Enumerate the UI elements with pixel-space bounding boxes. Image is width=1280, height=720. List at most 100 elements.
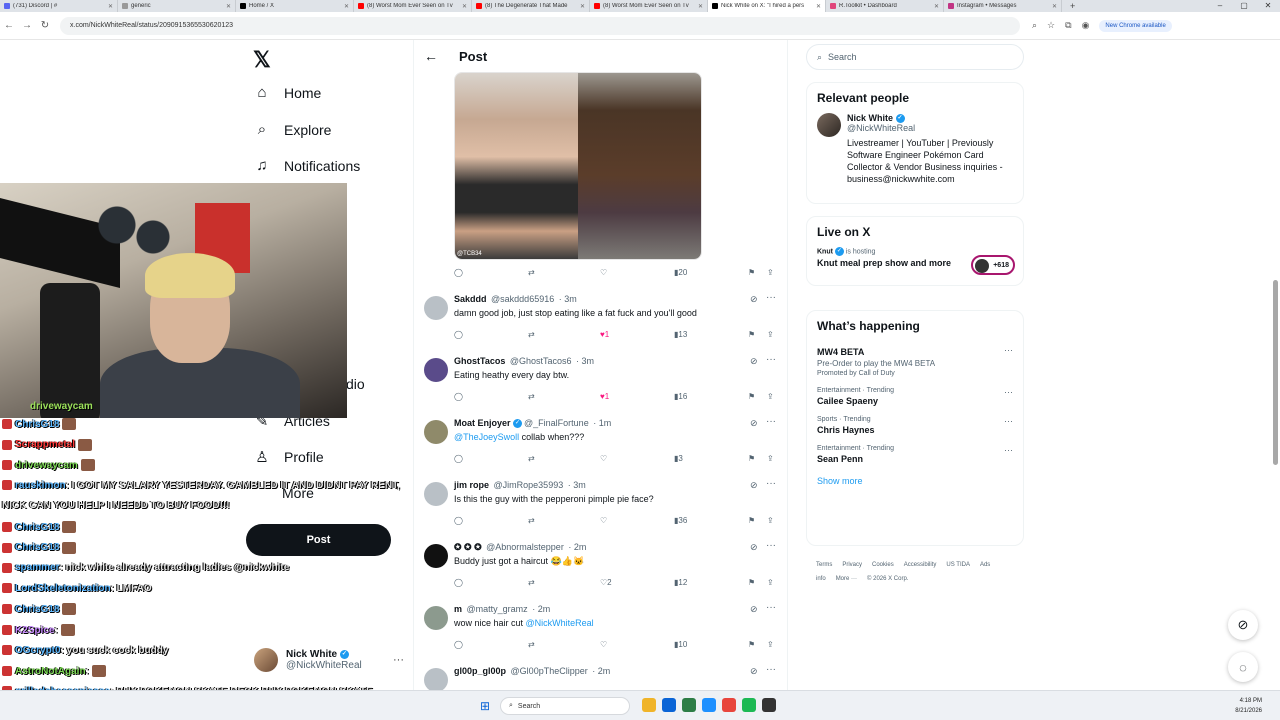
repost-icon[interactable]: ⇄ — [528, 392, 535, 401]
more-options-icon[interactable]: ··· — [766, 664, 776, 675]
nav-item-explore[interactable]: ⌕ Explore — [254, 121, 332, 138]
reply-icon[interactable]: ◯ — [454, 454, 463, 463]
close-tab-icon[interactable]: ✕ — [108, 3, 113, 10]
grok-explain-icon[interactable]: ⊘ — [750, 666, 758, 677]
reply-post[interactable]: GhostTacos @GhostTacos6 · 3m ⊘ ··· Eating h… — [414, 352, 787, 414]
grok-button[interactable]: ⊘ — [1228, 610, 1258, 640]
close-window-button[interactable]: ✕ — [1256, 0, 1280, 12]
extensions-icon[interactable]: ⧉ — [1065, 20, 1071, 31]
nav-item-home[interactable]: ⌂ Home — [254, 84, 321, 101]
windows-start-icon[interactable]: ⊞ — [480, 699, 490, 713]
reply-post[interactable]: m @matty_gramz · 2m ⊘ ··· wow nice hair cut… — [414, 600, 787, 662]
share-icon[interactable]: ⇪ — [767, 578, 774, 587]
bookmark-icon[interactable]: ⚑ — [748, 268, 755, 277]
search-input[interactable]: ⌕ Search — [806, 44, 1024, 70]
back-nav-icon[interactable]: ← — [0, 20, 18, 31]
reply-icon[interactable]: ◯ — [454, 516, 463, 525]
back-arrow-icon[interactable]: ← — [415, 48, 447, 64]
views-count[interactable]: ▮ 12 — [674, 578, 687, 587]
live-listeners-pill[interactable]: +618 — [971, 255, 1015, 275]
share-icon[interactable]: ⇪ — [767, 330, 774, 339]
browser-tab[interactable]: Home / X ✕ — [236, 0, 354, 12]
like-button[interactable]: ♡ — [600, 516, 607, 525]
grok-explain-icon[interactable]: ⊘ — [750, 542, 758, 553]
new-chrome-available-button[interactable]: New Chrome available — [1099, 19, 1172, 32]
bookmark-icon[interactable]: ⚑ — [748, 330, 755, 339]
more-options-icon[interactable]: ··· — [766, 416, 776, 427]
reply-author-handle[interactable]: @_FinalFortune — [524, 418, 589, 428]
views-count[interactable]: ▮ 36 — [674, 516, 687, 525]
more-options-icon[interactable]: ··· — [1004, 345, 1013, 355]
repost-icon[interactable]: ⇄ — [528, 640, 535, 649]
share-icon[interactable]: ⇪ — [767, 640, 774, 649]
more-options-icon[interactable]: ··· — [766, 540, 776, 551]
reply-icon[interactable]: ◯ — [454, 640, 463, 649]
scrollbar-thumb[interactable] — [1273, 280, 1278, 465]
profile-icon[interactable]: ◉ — [1082, 20, 1090, 31]
avatar[interactable] — [424, 668, 448, 690]
close-tab-icon[interactable]: ✕ — [698, 3, 703, 10]
browser-tab[interactable]: (8) Worst Mom Ever Seen on Tv ✕ — [354, 0, 472, 12]
avatar[interactable] — [424, 358, 448, 382]
close-tab-icon[interactable]: ✕ — [344, 3, 349, 10]
reply-author-handle[interactable]: @sakddd65916 — [491, 294, 554, 304]
browser-tab[interactable]: (8) The Degenerate That Made ✕ — [472, 0, 590, 12]
maximize-button[interactable]: ▢ — [1232, 0, 1256, 12]
reply-author-handle[interactable]: @Abnormalstepper — [486, 542, 564, 552]
reply-icon[interactable]: ◯ — [454, 578, 463, 587]
close-tab-icon[interactable]: ✕ — [816, 3, 821, 10]
store-icon[interactable] — [682, 698, 696, 712]
share-icon[interactable]: ⇪ — [767, 268, 774, 277]
more-options-icon[interactable]: ··· — [766, 354, 776, 365]
trend-item[interactable]: MW4 BETA Pre-Order to play the MW4 BETA Pr… — [807, 341, 1023, 383]
like-button[interactable]: ♥ 1 — [600, 330, 609, 339]
views-count[interactable]: ▮ 16 — [674, 392, 687, 401]
x-logo-icon[interactable]: 𝕏 — [253, 47, 271, 73]
like-button[interactable]: ♥ 1 — [600, 392, 609, 401]
bookmark-icon[interactable]: ⚑ — [748, 516, 755, 525]
scrollbar[interactable] — [1273, 48, 1278, 688]
footer-link[interactable]: Privacy — [842, 562, 862, 568]
repost-icon[interactable]: ⇄ — [528, 454, 535, 463]
reply-author-handle[interactable]: @matty_gramz — [467, 604, 528, 614]
footer-link[interactable]: More ··· — [836, 576, 857, 582]
more-options-icon[interactable]: ··· — [1004, 387, 1013, 397]
reply-post[interactable]: jim rope @JimRope35993 · 3m ⊘ ··· Is this t… — [414, 476, 787, 538]
footer-link[interactable]: Cookies — [872, 562, 894, 568]
grok-explain-icon[interactable]: ⊘ — [750, 604, 758, 615]
avatar[interactable] — [424, 482, 448, 506]
views-count[interactable]: ▮ 20 — [674, 268, 687, 277]
bookmark-star-icon[interactable]: ☆ — [1047, 20, 1055, 31]
browser-tab[interactable]: Nick White on X: "I hired a pers ✕ — [708, 0, 826, 12]
reply-author-name[interactable]: gl00p_gl00p — [454, 666, 506, 676]
reply-author-name[interactable]: Sakddd — [454, 294, 487, 304]
more-options-icon[interactable]: ··· — [1004, 416, 1013, 426]
repost-icon[interactable]: ⇄ — [528, 268, 535, 277]
reply-author-name[interactable]: GhostTacos — [454, 356, 505, 366]
share-icon[interactable]: ⇪ — [767, 516, 774, 525]
mail-icon[interactable] — [702, 698, 716, 712]
footer-link[interactable]: © 2026 X Corp. — [867, 576, 908, 582]
views-count[interactable]: ▮ 10 — [674, 640, 687, 649]
views-count[interactable]: ▮ 3 — [674, 454, 683, 463]
chrome-icon[interactable] — [722, 698, 736, 712]
file-explorer-icon[interactable] — [642, 698, 656, 712]
more-options-icon[interactable]: ··· — [766, 602, 776, 613]
bookmark-icon[interactable]: ⚑ — [748, 454, 755, 463]
avatar[interactable] — [424, 420, 448, 444]
footer-link[interactable]: Terms — [816, 562, 832, 568]
close-tab-icon[interactable]: ✕ — [462, 3, 467, 10]
show-more-link[interactable]: Show more — [807, 470, 1023, 494]
repost-icon[interactable]: ⇄ — [528, 516, 535, 525]
more-options-icon[interactable]: ··· — [766, 478, 776, 489]
forward-nav-icon[interactable]: → — [18, 20, 36, 31]
account-switcher[interactable]: Nick White ✓ @NickWhiteReal ··· — [254, 648, 404, 672]
reply-icon[interactable]: ◯ — [454, 330, 463, 339]
avatar[interactable] — [424, 544, 448, 568]
footer-link[interactable]: US TIDA — [946, 562, 970, 568]
reply-author-handle[interactable]: @JimRope35993 — [494, 480, 564, 490]
reply-author-name[interactable]: m — [454, 604, 462, 614]
trend-item[interactable]: Entertainment · Trending Sean Penn ··· — [807, 441, 1023, 470]
taskbar-clock[interactable]: 4:18 PM 8/21/2026 — [1235, 696, 1262, 716]
mention-link[interactable]: @TheJoeySwoll — [454, 432, 519, 442]
